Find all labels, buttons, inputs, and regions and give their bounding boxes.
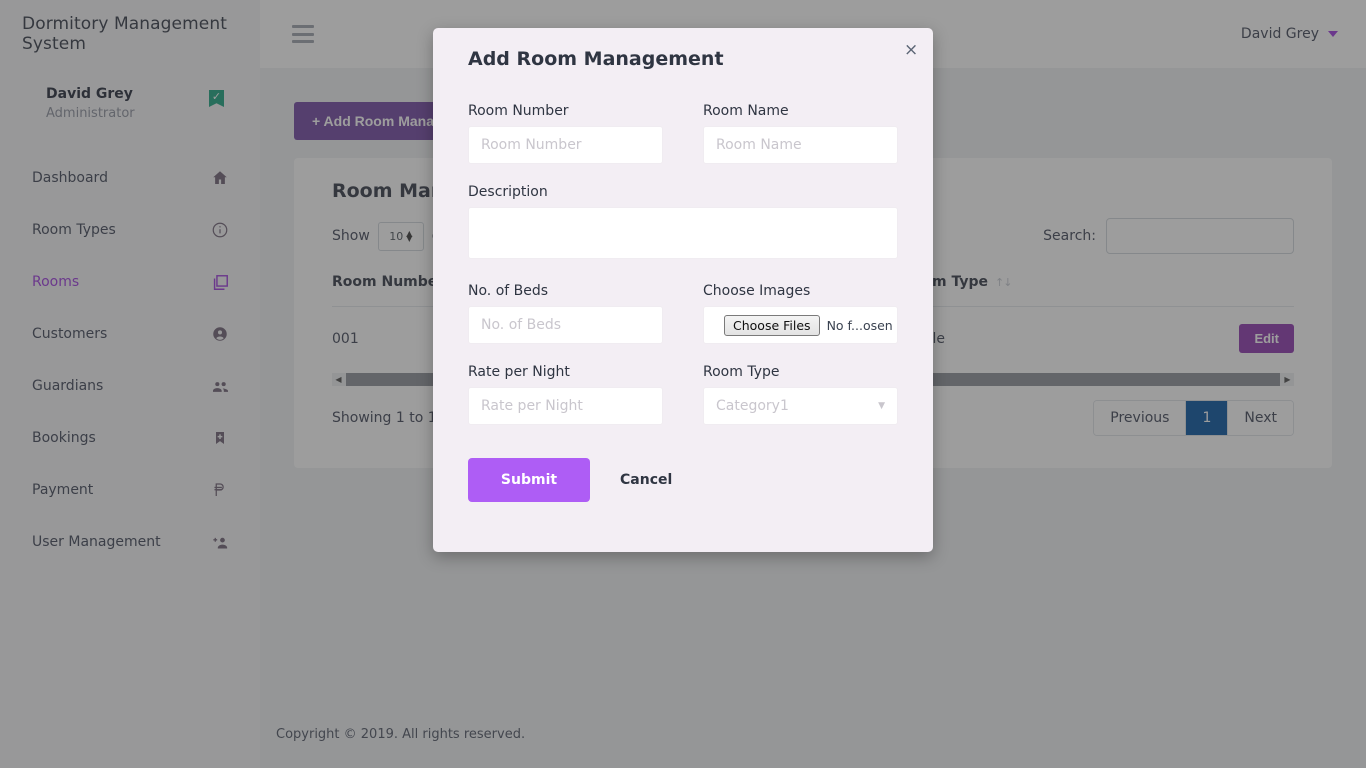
form-row-2: No. of Beds Choose Images Choose Files N… <box>468 283 898 445</box>
form-row-1: Room Number Room Name <box>468 103 898 184</box>
field-rate-per-night: Rate per Night <box>468 364 663 425</box>
room-number-input[interactable] <box>468 126 663 164</box>
label-room-type: Room Type <box>703 364 898 380</box>
field-room-name: Room Name <box>703 103 898 164</box>
submit-button[interactable]: Submit <box>468 458 590 502</box>
add-room-management-dialog: × Add Room Management Room Number Room N… <box>433 28 933 552</box>
label-room-name: Room Name <box>703 103 898 119</box>
label-no-of-beds: No. of Beds <box>468 283 663 299</box>
cancel-button[interactable]: Cancel <box>610 466 682 494</box>
dialog-actions: Submit Cancel <box>433 445 933 502</box>
label-room-number: Room Number <box>468 103 663 119</box>
room-name-input[interactable] <box>703 126 898 164</box>
close-icon[interactable]: × <box>898 38 920 60</box>
dialog-title: Add Room Management <box>433 28 933 70</box>
field-room-number: Room Number <box>468 103 663 164</box>
label-description: Description <box>468 184 898 200</box>
rate-per-night-input[interactable] <box>468 387 663 425</box>
choose-files-button[interactable]: Choose Files <box>724 315 820 336</box>
field-room-type: Room Type Category1 ▼ <box>703 364 898 425</box>
room-type-select[interactable]: Category1 ▼ <box>703 387 898 425</box>
choose-images-file-input[interactable]: Choose Files No f...osen <box>703 306 898 344</box>
field-no-of-beds: No. of Beds <box>468 283 663 344</box>
field-description: Description <box>468 184 898 263</box>
file-status-text: No f...osen <box>827 318 893 333</box>
no-of-beds-input[interactable] <box>468 306 663 344</box>
room-type-selected-value: Category1 <box>716 398 789 414</box>
description-textarea[interactable] <box>468 207 898 259</box>
chevron-down-icon: ▼ <box>878 401 885 411</box>
label-rate-per-night: Rate per Night <box>468 364 663 380</box>
dialog-body: Room Number Room Name Description No. of… <box>433 70 933 445</box>
label-choose-images: Choose Images <box>703 283 898 299</box>
field-choose-images: Choose Images Choose Files No f...osen <box>703 283 898 344</box>
